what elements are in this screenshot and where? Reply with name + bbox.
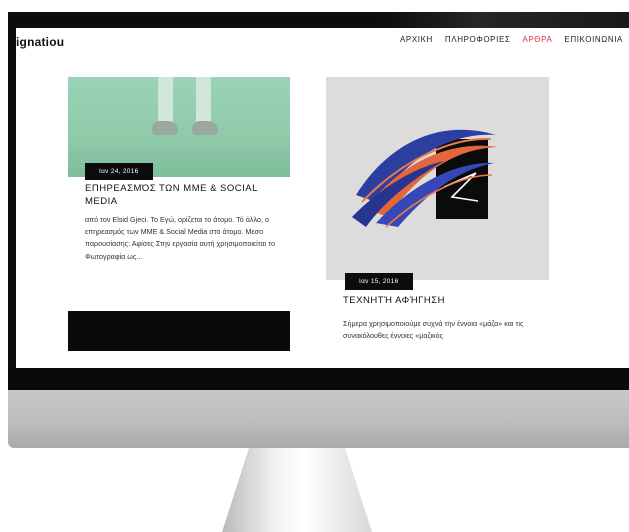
post-date-badge: Ιαν 24, 2016 [85,163,153,180]
nav-item-articles[interactable]: ΑΡΘΡΑ [522,35,552,44]
next-post-thumbnail[interactable] [68,311,290,351]
site-logo[interactable]: ignatiou [16,35,64,49]
nav-item-contact[interactable]: ΕΠΙΚΟΙΝΩΝΙΑ [564,35,623,44]
monitor-bezel-left [8,12,16,377]
trouser-leg-left [158,77,173,127]
post-title-link[interactable]: ΤΕΧΝΗΤΉ ΑΦΉΓΗΣΗ [343,295,548,306]
monitor-bezel-bottom [8,368,629,390]
monitor-chin [8,390,629,448]
trouser-leg-right [196,77,211,127]
abstract-brush-art [352,129,498,228]
sneaker-right [192,121,218,135]
post-thumbnail-abstract-art[interactable] [326,77,549,280]
post-title-link[interactable]: ΕΠΗΡΕΑΣΜΌΣ ΤΩΝ ΜΜΕ & SOCIAL MEDIA [85,182,290,208]
main-nav: ΑΡΧΙΚΗ ΠΛΗΡΟΦΟΡΙΕΣ ΑΡΘΡΑ ΕΠΙΚΟΙΝΩΝΙΑ [400,35,623,44]
nav-item-home[interactable]: ΑΡΧΙΚΗ [400,35,433,44]
post-thumbnail-legs-photo[interactable] [68,77,290,177]
sneaker-left [152,121,178,135]
monitor-bezel-top [8,12,629,28]
nav-item-info[interactable]: ΠΛΗΡΟΦΟΡΙΕΣ [445,35,511,44]
post-excerpt: Σήμερα χρησιμοποιούμε συχνά την έννοια «… [343,319,524,341]
monitor-stand [222,448,372,532]
post-date-badge: Ιαν 15, 2016 [345,273,413,290]
post-excerpt: από τον Elsid Gjeci. Το Εγώ, ορίζεται το… [85,215,275,261]
